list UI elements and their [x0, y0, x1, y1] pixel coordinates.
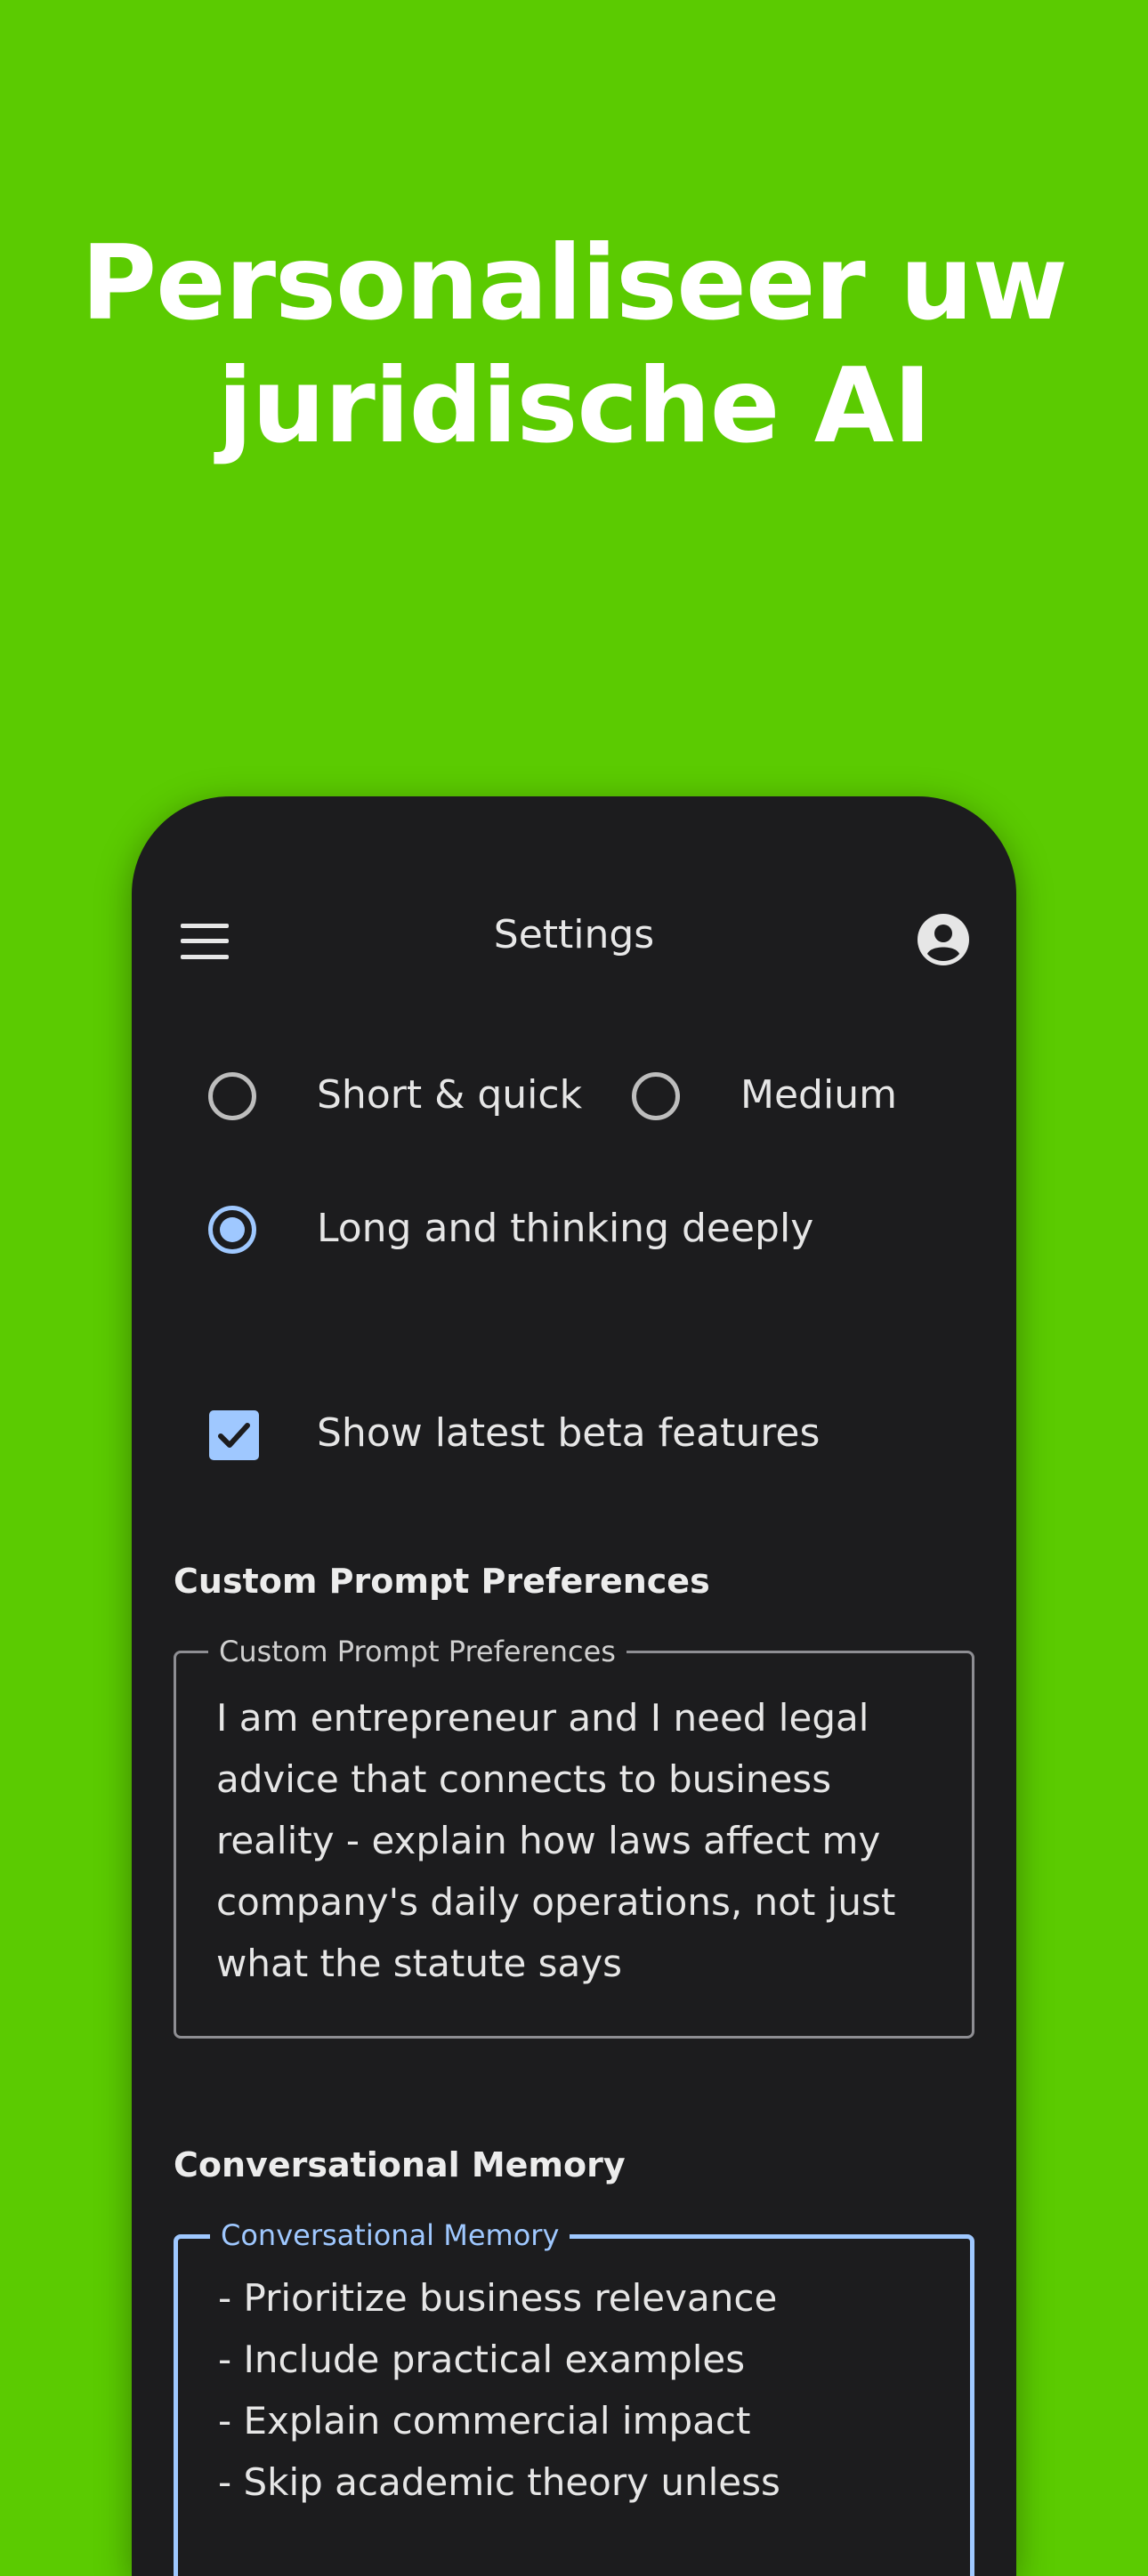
- account-circle-icon[interactable]: [917, 913, 970, 966]
- headline-line-1: Personaliseer uw: [81, 223, 1068, 343]
- radio-label-short-quick[interactable]: Short & quick: [317, 1070, 582, 1120]
- phone-screen: Settings Short & quick Medium Long and t…: [132, 796, 1016, 2576]
- custom-prompt-field-label: Custom Prompt Preferences: [208, 1634, 627, 1669]
- memory-section-title: Conversational Memory: [174, 2145, 626, 2184]
- text-line: what the statute says: [216, 1942, 622, 1985]
- radio-label-long-thinking[interactable]: Long and thinking deeply: [317, 1204, 813, 1254]
- custom-prompt-textarea[interactable]: Custom Prompt Preferences I am entrepren…: [174, 1634, 974, 2039]
- memory-value: - Prioritize business relevance - Includ…: [218, 2267, 939, 2513]
- page-title: Settings: [493, 912, 655, 957]
- text-line: I am entrepreneur and I need legal: [216, 1696, 869, 1740]
- text-line: advice that connects to business: [216, 1757, 832, 1801]
- text-line: - Prioritize business relevance: [218, 2276, 778, 2320]
- text-line: reality - explain how laws affect my: [216, 1819, 881, 1862]
- headline-line-2: juridische AI: [217, 346, 932, 466]
- radio-long-thinking[interactable]: [208, 1206, 256, 1254]
- headline: Personaliseer uw juridische AI: [0, 222, 1148, 468]
- text-line: - Include practical examples: [218, 2338, 746, 2381]
- radio-short-quick[interactable]: [208, 1072, 256, 1120]
- text-line: - Explain commercial impact: [218, 2399, 751, 2443]
- check-icon: [218, 1423, 250, 1448]
- beta-features-checkbox[interactable]: [209, 1410, 259, 1460]
- beta-features-label[interactable]: Show latest beta features: [317, 1409, 820, 1458]
- text-line: company's daily operations, not just: [216, 1880, 896, 1924]
- text-line: - Skip academic theory unless: [218, 2460, 780, 2504]
- memory-field-label: Conversational Memory: [210, 2217, 570, 2253]
- custom-prompt-value: I am entrepreneur and I need legal advic…: [216, 1687, 937, 1994]
- radio-medium[interactable]: [632, 1072, 680, 1120]
- memory-textarea[interactable]: Conversational Memory - Prioritize busin…: [174, 2217, 974, 2576]
- radio-label-medium[interactable]: Medium: [740, 1070, 897, 1120]
- custom-prompt-section-title: Custom Prompt Preferences: [174, 1562, 710, 1601]
